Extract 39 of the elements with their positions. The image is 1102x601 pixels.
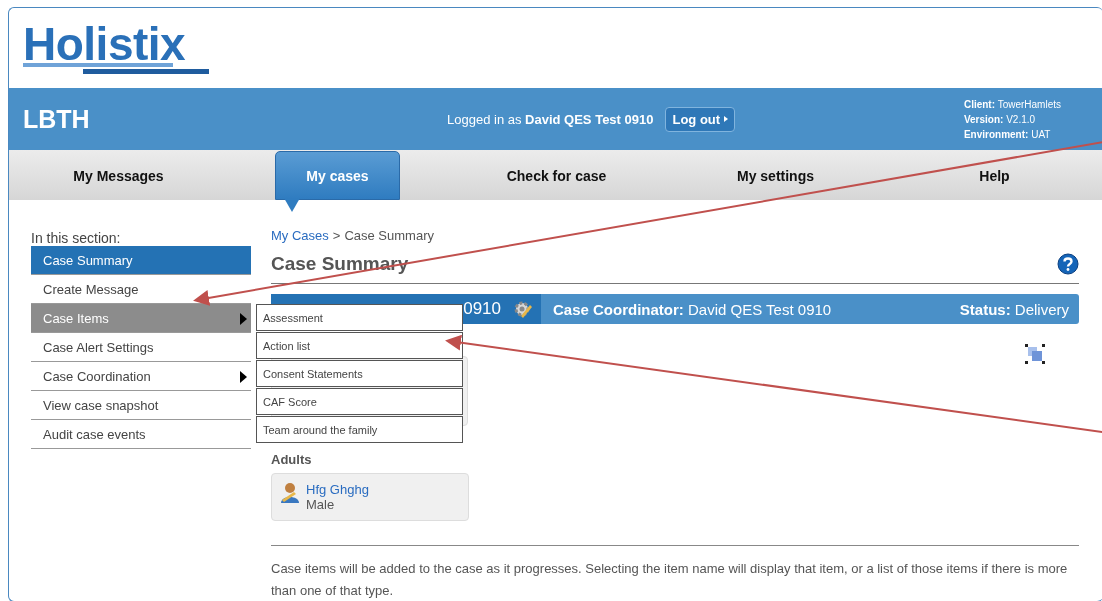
sidebar-item[interactable]: View case snapshot: [31, 391, 251, 420]
breadcrumb-separator: >: [332, 228, 341, 243]
environment-info: Version: V2.1.0: [963, 112, 1037, 127]
person-gender: Male: [306, 497, 336, 512]
sidebar-item[interactable]: Case Coordination: [31, 362, 251, 391]
fit-screen-icon[interactable]: [1025, 344, 1045, 364]
gear-pencil-icon[interactable]: [513, 299, 533, 319]
holistix-logo: Holistix: [23, 21, 213, 75]
submenu-item[interactable]: Action list: [256, 332, 463, 359]
nav-tab[interactable]: Help: [969, 151, 1020, 200]
submenu-item[interactable]: Team around the family: [256, 416, 463, 443]
sidebar-item[interactable]: Case Summary: [31, 246, 251, 275]
case-coordinator: Case Coordinator: David QES Test 0910: [553, 300, 832, 318]
breadcrumb-current: Case Summary: [344, 228, 434, 243]
person-name-link[interactable]: Hfg Ghghg: [306, 482, 369, 497]
page-title: Case Summary: [271, 253, 409, 275]
adults-heading: Adults: [271, 452, 313, 467]
section-heading: In this section:: [31, 230, 122, 246]
nav-tab[interactable]: My Messages: [63, 151, 174, 200]
logged-in-text: Logged in as David QES Test 0910: [447, 111, 654, 127]
help-icon[interactable]: [1057, 253, 1079, 275]
sidebar-item[interactable]: Audit case events: [31, 420, 251, 449]
nav-tab[interactable]: My settings: [727, 151, 824, 200]
case-name: 0910: [463, 299, 501, 319]
environment-info: Client: TowerHamlets: [963, 97, 1061, 112]
logout-button[interactable]: Log out: [665, 106, 736, 132]
person-icon: [280, 482, 300, 504]
submenu-item[interactable]: Assessment: [256, 304, 463, 331]
organisation-name: LBTH: [23, 104, 91, 134]
breadcrumb-link[interactable]: My Cases: [271, 228, 329, 243]
nav-tab[interactable]: Check for case: [496, 151, 617, 200]
submenu-item[interactable]: CAF Score: [256, 388, 463, 415]
sidebar-item[interactable]: Case Alert Settings: [31, 333, 251, 362]
tab-pointer: [284, 198, 300, 212]
environment-info: Environment: UAT: [963, 127, 1052, 142]
caret-icon: [724, 116, 729, 122]
submenu-item[interactable]: Consent Statements: [256, 360, 463, 387]
case-status: Status: Delivery: [959, 300, 1069, 318]
description-text: Case items will be added to the case as it progresses. Selecting the item name will display that item, or a list of those items if there is more than one of that type.: [271, 560, 1069, 600]
